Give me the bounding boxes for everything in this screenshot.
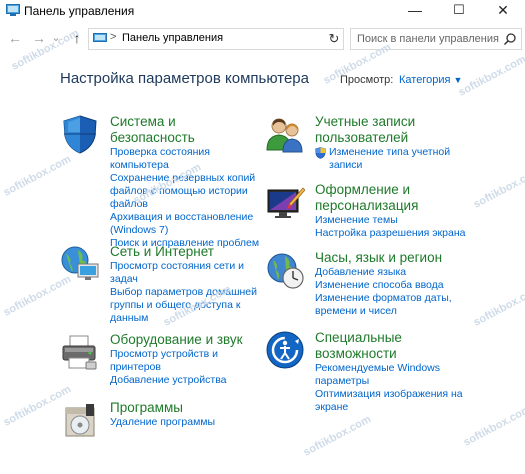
watermark: softikbox.com [471, 165, 525, 211]
breadcrumb-control-panel[interactable]: Панель управления [122, 32, 223, 44]
task-link[interactable]: Добавление языка [315, 266, 475, 279]
close-button[interactable]: ✕ [481, 0, 525, 22]
clock-globe-icon [267, 253, 304, 289]
breadcrumb-separator: > [110, 31, 117, 43]
search-icon[interactable] [503, 32, 517, 46]
task-link[interactable]: Добавление устройства [110, 374, 260, 387]
users-icon [266, 118, 303, 153]
category-title[interactable]: Часы, язык и регион [315, 250, 475, 266]
category-title[interactable]: Оборудование и звук [110, 332, 260, 348]
category-title[interactable]: Оформление и персонализация [315, 182, 475, 214]
maximize-button[interactable]: ☐ [437, 0, 481, 22]
view-by-dropdown[interactable]: Категория ▼ [399, 74, 462, 86]
category-title[interactable]: Специальные возможности [315, 330, 475, 362]
task-link[interactable]: Изменение темы [315, 214, 475, 227]
page-title: Настройка параметров компьютера [60, 70, 309, 87]
address-bar[interactable]: > Панель управления ⌄ [88, 28, 406, 50]
task-link[interactable]: Удаление программы [110, 416, 260, 429]
task-link[interactable]: Рекомендуемые Windows параметры [315, 362, 475, 388]
task-link[interactable]: Архивация и восстановление (Windows 7) [110, 211, 260, 237]
task-link[interactable]: Изменение способа ввода [315, 279, 475, 292]
ease-of-access-icon [266, 331, 304, 369]
task-link-label: Изменение типа учетной записи [329, 146, 451, 171]
programs-disk-icon [65, 404, 95, 437]
watermark: softikbox.com [471, 283, 525, 329]
category-title[interactable]: Программы [110, 400, 260, 416]
control-panel-icon [93, 33, 107, 42]
window-title: Панель управления [24, 4, 135, 18]
control-panel-icon [6, 4, 20, 16]
minimize-button[interactable]: — [393, 0, 437, 22]
caret-down-icon: ▼ [453, 75, 463, 85]
watermark: softikbox.com [1, 153, 74, 199]
task-link[interactable]: Изменение форматов даты, времени и чисел [315, 292, 475, 318]
watermark: softikbox.com [456, 53, 525, 99]
task-link[interactable]: Настройка разрешения экрана [315, 227, 475, 240]
task-link[interactable]: Просмотр состояния сети и задач [110, 260, 260, 286]
title-bar: Панель управления — ☐ ✕ [0, 0, 525, 22]
search-input[interactable] [351, 29, 505, 49]
back-button[interactable]: ← [6, 29, 24, 47]
category-title[interactable]: Учетные записи пользователей [315, 114, 475, 146]
uac-shield-icon [315, 147, 326, 159]
category-title[interactable]: Сеть и Интернет [110, 244, 260, 260]
task-link[interactable]: Оптимизация изображения на экране [315, 388, 475, 414]
task-link[interactable]: Просмотр устройств и принтеров [110, 348, 260, 374]
refresh-button[interactable]: ↻ [325, 28, 344, 50]
watermark: softikbox.com [1, 273, 74, 319]
personalization-monitor-icon [267, 187, 305, 218]
watermark: softikbox.com [301, 413, 374, 459]
printer-icon [62, 335, 97, 370]
task-link[interactable]: Изменение типа учетной записи [315, 146, 475, 172]
category-title[interactable]: Система и безопасность [110, 114, 260, 146]
security-shield-icon [63, 115, 97, 154]
view-by-label: Просмотр: [340, 74, 394, 86]
view-by-value: Категория [399, 74, 451, 86]
